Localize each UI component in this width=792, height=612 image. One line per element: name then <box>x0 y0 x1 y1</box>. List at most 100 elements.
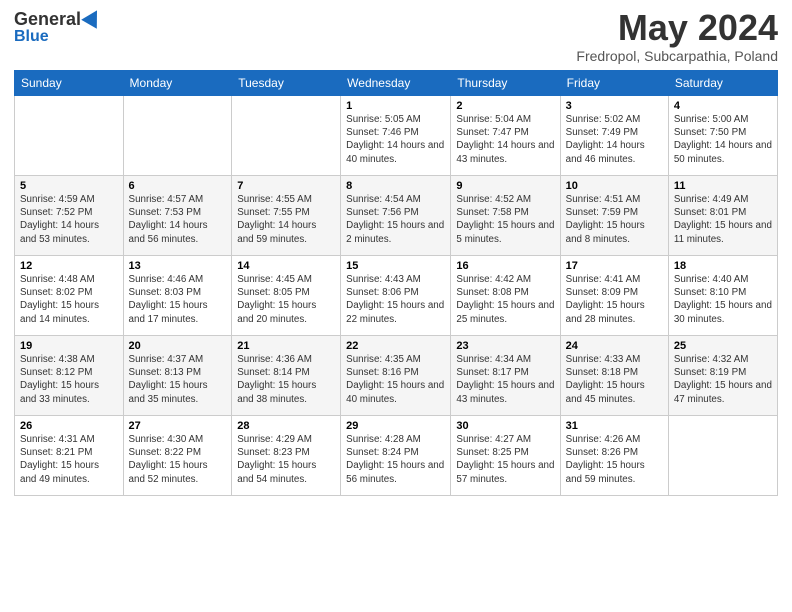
day-cell: 10 Sunrise: 4:51 AM Sunset: 7:59 PM Dayl… <box>560 176 668 256</box>
day-info: Sunrise: 4:37 AM Sunset: 8:13 PM Dayligh… <box>129 353 227 406</box>
day-number: 3 <box>566 100 663 112</box>
day-number: 15 <box>346 260 445 272</box>
day-cell: 4 Sunrise: 5:00 AM Sunset: 7:50 PM Dayli… <box>668 96 777 176</box>
day-number: 14 <box>237 260 335 272</box>
day-info: Sunrise: 4:30 AM Sunset: 8:22 PM Dayligh… <box>129 433 227 486</box>
day-number: 1 <box>346 100 445 112</box>
page: General Blue May 2024 Fredropol, Subcarp… <box>0 0 792 612</box>
weekday-header-tuesday: Tuesday <box>232 71 341 96</box>
day-info: Sunrise: 5:02 AM Sunset: 7:49 PM Dayligh… <box>566 113 663 166</box>
day-cell: 13 Sunrise: 4:46 AM Sunset: 8:03 PM Dayl… <box>123 256 232 336</box>
day-info: Sunrise: 4:45 AM Sunset: 8:05 PM Dayligh… <box>237 273 335 326</box>
day-cell: 8 Sunrise: 4:54 AM Sunset: 7:56 PM Dayli… <box>341 176 451 256</box>
weekday-header-monday: Monday <box>123 71 232 96</box>
day-info: Sunrise: 4:31 AM Sunset: 8:21 PM Dayligh… <box>20 433 118 486</box>
day-cell: 12 Sunrise: 4:48 AM Sunset: 8:02 PM Dayl… <box>15 256 124 336</box>
day-number: 6 <box>129 180 227 192</box>
day-cell: 11 Sunrise: 4:49 AM Sunset: 8:01 PM Dayl… <box>668 176 777 256</box>
day-cell: 31 Sunrise: 4:26 AM Sunset: 8:26 PM Dayl… <box>560 416 668 496</box>
day-cell: 28 Sunrise: 4:29 AM Sunset: 8:23 PM Dayl… <box>232 416 341 496</box>
day-number: 28 <box>237 420 335 432</box>
week-row-1: 1 Sunrise: 5:05 AM Sunset: 7:46 PM Dayli… <box>15 96 778 176</box>
day-number: 17 <box>566 260 663 272</box>
day-number: 24 <box>566 340 663 352</box>
day-info: Sunrise: 4:40 AM Sunset: 8:10 PM Dayligh… <box>674 273 772 326</box>
day-cell: 6 Sunrise: 4:57 AM Sunset: 7:53 PM Dayli… <box>123 176 232 256</box>
day-cell: 30 Sunrise: 4:27 AM Sunset: 8:25 PM Dayl… <box>451 416 560 496</box>
day-number: 30 <box>456 420 554 432</box>
day-cell: 14 Sunrise: 4:45 AM Sunset: 8:05 PM Dayl… <box>232 256 341 336</box>
day-cell: 26 Sunrise: 4:31 AM Sunset: 8:21 PM Dayl… <box>15 416 124 496</box>
day-info: Sunrise: 4:48 AM Sunset: 8:02 PM Dayligh… <box>20 273 118 326</box>
day-number: 29 <box>346 420 445 432</box>
day-info: Sunrise: 4:49 AM Sunset: 8:01 PM Dayligh… <box>674 193 772 246</box>
day-cell: 27 Sunrise: 4:30 AM Sunset: 8:22 PM Dayl… <box>123 416 232 496</box>
day-cell: 20 Sunrise: 4:37 AM Sunset: 8:13 PM Dayl… <box>123 336 232 416</box>
day-number: 12 <box>20 260 118 272</box>
day-number: 16 <box>456 260 554 272</box>
week-row-4: 19 Sunrise: 4:38 AM Sunset: 8:12 PM Dayl… <box>15 336 778 416</box>
weekday-header-thursday: Thursday <box>451 71 560 96</box>
calendar-table: SundayMondayTuesdayWednesdayThursdayFrid… <box>14 70 778 496</box>
day-info: Sunrise: 4:51 AM Sunset: 7:59 PM Dayligh… <box>566 193 663 246</box>
day-info: Sunrise: 4:42 AM Sunset: 8:08 PM Dayligh… <box>456 273 554 326</box>
day-cell: 15 Sunrise: 4:43 AM Sunset: 8:06 PM Dayl… <box>341 256 451 336</box>
day-number: 25 <box>674 340 772 352</box>
day-info: Sunrise: 4:55 AM Sunset: 7:55 PM Dayligh… <box>237 193 335 246</box>
day-number: 7 <box>237 180 335 192</box>
day-number: 4 <box>674 100 772 112</box>
logo-triangle-icon <box>81 6 105 29</box>
day-info: Sunrise: 4:43 AM Sunset: 8:06 PM Dayligh… <box>346 273 445 326</box>
weekday-header-saturday: Saturday <box>668 71 777 96</box>
day-number: 8 <box>346 180 445 192</box>
day-number: 27 <box>129 420 227 432</box>
day-info: Sunrise: 4:34 AM Sunset: 8:17 PM Dayligh… <box>456 353 554 406</box>
day-info: Sunrise: 4:35 AM Sunset: 8:16 PM Dayligh… <box>346 353 445 406</box>
day-cell: 9 Sunrise: 4:52 AM Sunset: 7:58 PM Dayli… <box>451 176 560 256</box>
month-title: May 2024 <box>576 10 778 46</box>
day-cell: 2 Sunrise: 5:04 AM Sunset: 7:47 PM Dayli… <box>451 96 560 176</box>
day-cell: 5 Sunrise: 4:59 AM Sunset: 7:52 PM Dayli… <box>15 176 124 256</box>
day-number: 26 <box>20 420 118 432</box>
day-info: Sunrise: 4:29 AM Sunset: 8:23 PM Dayligh… <box>237 433 335 486</box>
day-number: 21 <box>237 340 335 352</box>
day-info: Sunrise: 4:32 AM Sunset: 8:19 PM Dayligh… <box>674 353 772 406</box>
day-number: 19 <box>20 340 118 352</box>
day-info: Sunrise: 4:41 AM Sunset: 8:09 PM Dayligh… <box>566 273 663 326</box>
header-right: May 2024 Fredropol, Subcarpathia, Poland <box>576 10 778 64</box>
week-row-5: 26 Sunrise: 4:31 AM Sunset: 8:21 PM Dayl… <box>15 416 778 496</box>
day-number: 11 <box>674 180 772 192</box>
day-info: Sunrise: 4:27 AM Sunset: 8:25 PM Dayligh… <box>456 433 554 486</box>
day-cell: 25 Sunrise: 4:32 AM Sunset: 8:19 PM Dayl… <box>668 336 777 416</box>
day-number: 18 <box>674 260 772 272</box>
day-info: Sunrise: 4:57 AM Sunset: 7:53 PM Dayligh… <box>129 193 227 246</box>
day-cell <box>123 96 232 176</box>
day-number: 2 <box>456 100 554 112</box>
day-number: 22 <box>346 340 445 352</box>
day-number: 5 <box>20 180 118 192</box>
day-info: Sunrise: 4:26 AM Sunset: 8:26 PM Dayligh… <box>566 433 663 486</box>
day-cell <box>15 96 124 176</box>
day-cell: 19 Sunrise: 4:38 AM Sunset: 8:12 PM Dayl… <box>15 336 124 416</box>
day-number: 23 <box>456 340 554 352</box>
day-cell: 16 Sunrise: 4:42 AM Sunset: 8:08 PM Dayl… <box>451 256 560 336</box>
weekday-header-row: SundayMondayTuesdayWednesdayThursdayFrid… <box>15 71 778 96</box>
week-row-3: 12 Sunrise: 4:48 AM Sunset: 8:02 PM Dayl… <box>15 256 778 336</box>
day-info: Sunrise: 4:33 AM Sunset: 8:18 PM Dayligh… <box>566 353 663 406</box>
day-cell: 23 Sunrise: 4:34 AM Sunset: 8:17 PM Dayl… <box>451 336 560 416</box>
location-title: Fredropol, Subcarpathia, Poland <box>576 48 778 64</box>
day-info: Sunrise: 4:38 AM Sunset: 8:12 PM Dayligh… <box>20 353 118 406</box>
day-info: Sunrise: 5:00 AM Sunset: 7:50 PM Dayligh… <box>674 113 772 166</box>
day-number: 10 <box>566 180 663 192</box>
day-cell <box>232 96 341 176</box>
day-info: Sunrise: 5:04 AM Sunset: 7:47 PM Dayligh… <box>456 113 554 166</box>
day-number: 13 <box>129 260 227 272</box>
logo-general-text: General <box>14 10 81 28</box>
day-cell: 22 Sunrise: 4:35 AM Sunset: 8:16 PM Dayl… <box>341 336 451 416</box>
day-cell: 17 Sunrise: 4:41 AM Sunset: 8:09 PM Dayl… <box>560 256 668 336</box>
day-cell: 3 Sunrise: 5:02 AM Sunset: 7:49 PM Dayli… <box>560 96 668 176</box>
header: General Blue May 2024 Fredropol, Subcarp… <box>14 10 778 64</box>
week-row-2: 5 Sunrise: 4:59 AM Sunset: 7:52 PM Dayli… <box>15 176 778 256</box>
day-info: Sunrise: 4:36 AM Sunset: 8:14 PM Dayligh… <box>237 353 335 406</box>
day-info: Sunrise: 4:28 AM Sunset: 8:24 PM Dayligh… <box>346 433 445 486</box>
